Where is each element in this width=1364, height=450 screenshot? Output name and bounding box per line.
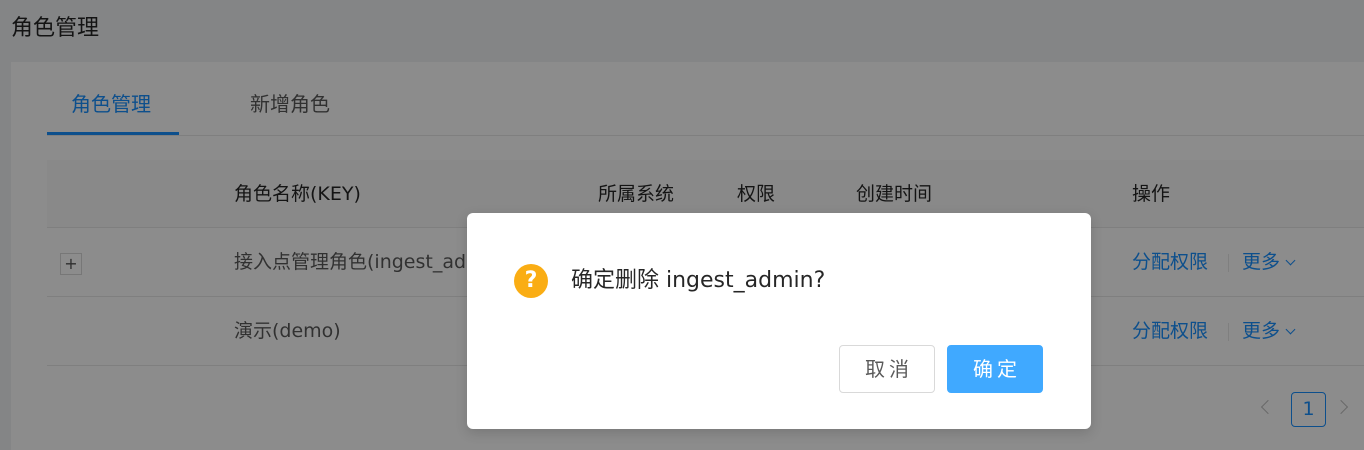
confirm-message: 确定删除 ingest_admin? bbox=[571, 268, 826, 293]
question-circle-icon: ? bbox=[514, 264, 548, 298]
cancel-button[interactable]: 取消 bbox=[839, 345, 935, 393]
confirm-button[interactable]: 确定 bbox=[947, 345, 1043, 393]
confirm-dialog: ? 确定删除 ingest_admin? 取消 确定 bbox=[467, 213, 1091, 429]
